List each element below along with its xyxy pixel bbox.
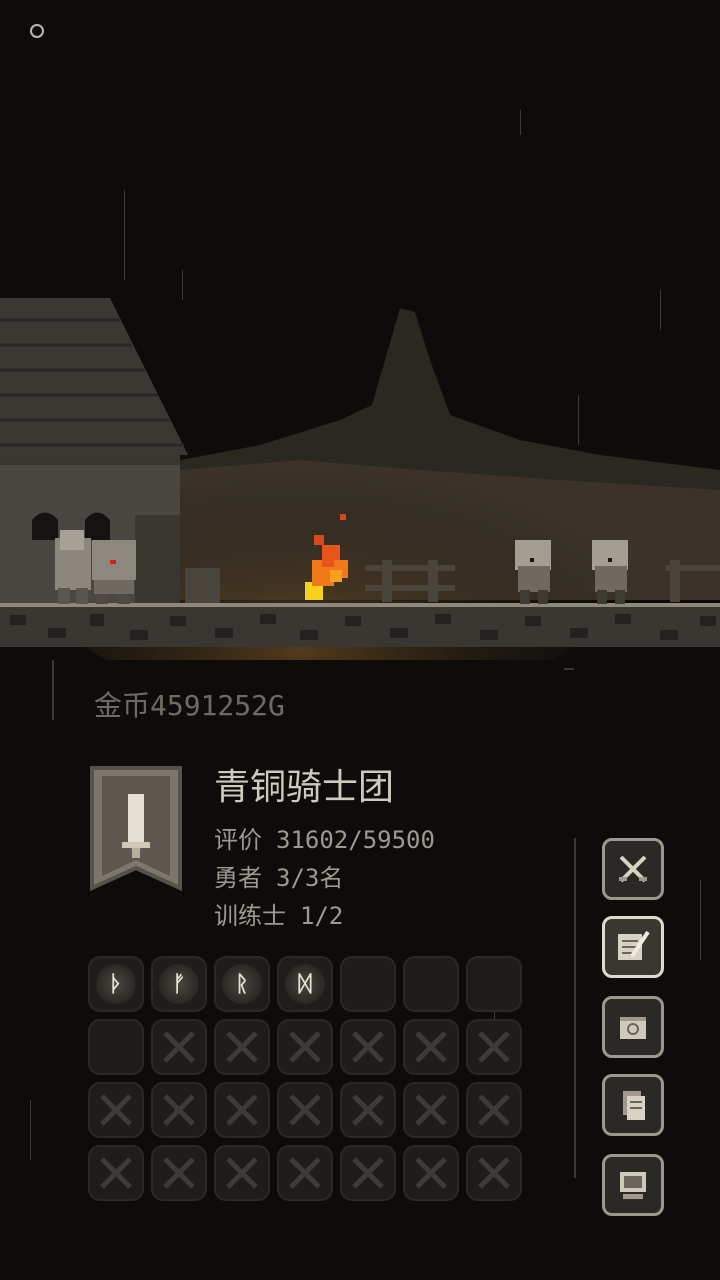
panel-divider xyxy=(574,838,576,1178)
locked-slot xyxy=(403,1019,459,1075)
locked-x-icon xyxy=(289,1157,321,1189)
heroes-stat: 勇者 3/3名 xyxy=(214,858,343,893)
trainers-label: 训练士 xyxy=(214,902,286,930)
locked-slot xyxy=(151,1082,207,1138)
heroes-value: 3/3名 xyxy=(276,864,344,892)
empty-slot[interactable] xyxy=(88,1019,144,1075)
rain-streak xyxy=(124,190,125,280)
locked-x-icon xyxy=(163,1031,195,1063)
panel-divider xyxy=(564,668,574,670)
locked-slot xyxy=(340,1019,396,1075)
rain-streak xyxy=(520,110,521,135)
battle-button[interactable] xyxy=(602,838,664,900)
quest-button[interactable] xyxy=(602,916,664,978)
locked-slot xyxy=(277,1145,333,1201)
heroes-label: 勇者 xyxy=(214,864,262,892)
locked-x-icon xyxy=(289,1094,321,1126)
scroll-quill-icon xyxy=(618,930,650,960)
rain-streak xyxy=(700,880,701,960)
trainers-value: 1/2 xyxy=(300,902,344,930)
crossed-swords-icon xyxy=(619,855,647,883)
empty-slot[interactable] xyxy=(340,956,396,1012)
rating-stat: 评价 31602/59500 xyxy=(214,820,435,855)
locked-x-icon xyxy=(352,1094,384,1126)
locked-x-icon xyxy=(478,1031,510,1063)
locked-x-icon xyxy=(226,1031,258,1063)
computer-button[interactable] xyxy=(602,1154,664,1216)
locked-slot xyxy=(214,1145,270,1201)
rune-slot[interactable]: ᚠ xyxy=(151,956,207,1012)
map-button[interactable] xyxy=(602,996,664,1058)
locked-x-icon xyxy=(352,1157,384,1189)
locked-slot xyxy=(340,1145,396,1201)
rating-value: 31602/59500 xyxy=(276,826,435,854)
locked-slot xyxy=(466,1145,522,1201)
rune-icon: ᛞ xyxy=(285,964,325,1004)
locked-x-icon xyxy=(289,1031,321,1063)
trainers-stat: 训练士 1/2 xyxy=(214,896,343,931)
locked-slot xyxy=(214,1019,270,1075)
locked-slot xyxy=(340,1082,396,1138)
locked-slot xyxy=(151,1019,207,1075)
guild-name: 青铜骑士团 xyxy=(214,767,395,808)
locked-x-icon xyxy=(163,1094,195,1126)
empty-slot[interactable] xyxy=(403,956,459,1012)
locked-slot xyxy=(466,1082,522,1138)
rune-slot[interactable]: ᛞ xyxy=(277,956,333,1012)
locked-x-icon xyxy=(163,1157,195,1189)
locked-x-icon xyxy=(226,1157,258,1189)
locked-slot xyxy=(151,1145,207,1201)
status-indicator-icon xyxy=(30,24,44,38)
rune-icon: ᚦ xyxy=(96,964,136,1004)
locked-x-icon xyxy=(478,1157,510,1189)
empty-slot[interactable] xyxy=(466,956,522,1012)
locked-slot xyxy=(403,1145,459,1201)
locked-slot xyxy=(277,1082,333,1138)
rain-streak xyxy=(182,270,183,300)
locked-slot xyxy=(466,1019,522,1075)
locked-slot xyxy=(277,1019,333,1075)
rain-streak xyxy=(660,290,661,330)
locked-x-icon xyxy=(415,1094,447,1126)
rain-streak xyxy=(578,395,579,445)
rune-icon: ᚱ xyxy=(222,964,262,1004)
locked-x-icon xyxy=(226,1094,258,1126)
rune-icon: ᚠ xyxy=(159,964,199,1004)
panel-divider xyxy=(52,660,54,720)
rune-slot[interactable]: ᚦ xyxy=(88,956,144,1012)
locked-x-icon xyxy=(415,1157,447,1189)
guild-banner-icon xyxy=(90,766,182,892)
locked-x-icon xyxy=(415,1031,447,1063)
locked-slot xyxy=(403,1082,459,1138)
locked-x-icon xyxy=(100,1157,132,1189)
locked-slot xyxy=(88,1145,144,1201)
documents-button[interactable] xyxy=(602,1074,664,1136)
computer-icon xyxy=(620,1172,646,1199)
rating-label: 评价 xyxy=(214,826,262,854)
gold-counter: 金币4591252G xyxy=(94,689,285,722)
map-icon xyxy=(620,1017,646,1039)
locked-x-icon xyxy=(478,1094,510,1126)
game-scene xyxy=(0,0,720,660)
locked-slot xyxy=(88,1082,144,1138)
locked-x-icon xyxy=(100,1094,132,1126)
locked-x-icon xyxy=(352,1031,384,1063)
locked-slot xyxy=(214,1082,270,1138)
documents-icon xyxy=(623,1091,645,1120)
rune-slot[interactable]: ᚱ xyxy=(214,956,270,1012)
rain-streak xyxy=(30,1100,31,1160)
